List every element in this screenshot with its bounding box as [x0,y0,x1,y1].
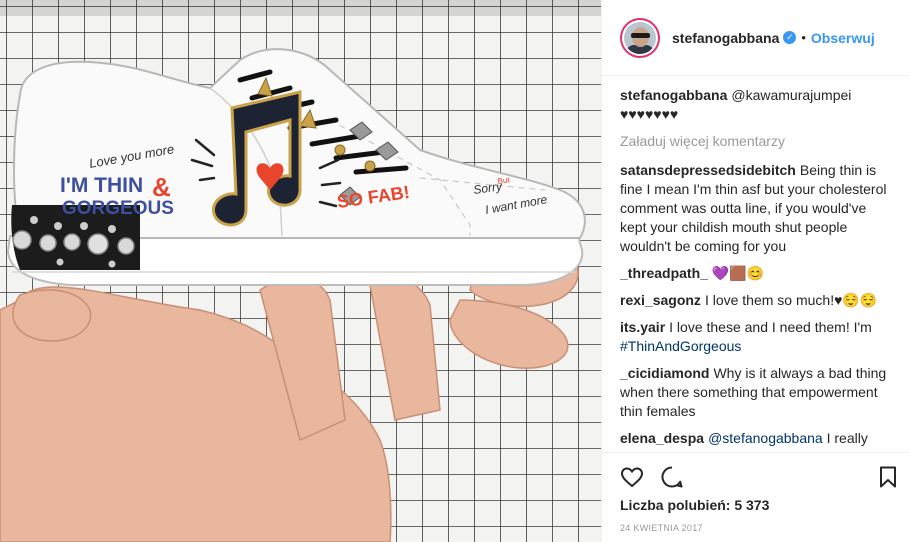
comment-item: its.yair I love these and I need them! I'… [620,318,894,356]
hashtag-link[interactable]: #ThinAndGorgeous [620,338,741,354]
load-more-comments-button[interactable]: Załaduj więcej komentarzy [620,132,894,151]
comment-text: I love these and I need them! I'm [669,319,872,335]
comment-username[interactable]: rexi_sagonz [620,292,701,308]
avatar-image [624,21,656,54]
comment-item: _cicidiamond Why is it always a bad thing… [620,364,894,421]
verified-badge-icon: ✓ [783,31,797,44]
post-actions: Liczba polubień: 5 373 24 KWIETNIA 2017 [602,452,909,542]
shoe-text-but: But [497,175,511,186]
bookmark-icon[interactable] [876,465,900,489]
comment-item: _threadpath_ 💜🟫😊 [620,264,894,283]
shoe-text-thin1: I'M THIN [60,174,143,197]
comment-username[interactable]: _threadpath_ [620,265,708,281]
comment-text: I love them so much!♥😌😌 [704,292,878,308]
comment-username[interactable]: elena_despa [620,430,704,446]
comment-item: satansdepressedsidebitch Being thin is fi… [620,161,894,256]
post-header: stefanogabbana ✓ • Obserwuj [602,0,909,76]
sneaker-illustration: Love you more I'M THIN & GORGEOUS SO FAB… [0,0,601,542]
comment-icon[interactable] [660,465,684,489]
comment-item: rexi_sagonz I love them so much!♥😌😌 [620,291,894,310]
comments-list[interactable]: stefanogabbana @kawamurajumpei ♥♥♥♥♥♥♥ Za… [620,86,894,452]
mention-link[interactable]: @stefanogabbana [708,430,823,446]
avatar[interactable] [620,17,660,58]
grid-top-shadow [0,0,601,16]
comment-text: 💜🟫😊 [711,265,765,281]
likes-count[interactable]: Liczba polubień: 5 373 [620,497,769,513]
caption-username[interactable]: stefanogabbana [620,87,727,103]
comment-username[interactable]: _cicidiamond [620,365,709,381]
instagram-post-view: Love you more I'M THIN & GORGEOUS SO FAB… [0,0,909,542]
shoe-text-thin2: GORGEOUS [62,198,174,219]
header-username[interactable]: stefanogabbana [672,30,779,46]
comment-item: elena_despa@stefanogabbana I really hope… [620,429,894,452]
post-side-panel: stefanogabbana ✓ • Obserwuj stefanogabba… [602,0,909,542]
follow-button[interactable]: Obserwuj [811,30,875,46]
post-photo[interactable]: Love you more I'M THIN & GORGEOUS SO FAB… [0,0,602,542]
comment-username[interactable]: satansdepressedsidebitch [620,162,796,178]
heart-icon[interactable] [620,465,644,489]
comment-username[interactable]: its.yair [620,319,665,335]
header-separator: • [801,30,806,45]
post-date: 24 KWIETNIA 2017 [620,523,703,533]
caption: stefanogabbana @kawamurajumpei ♥♥♥♥♥♥♥ [620,86,894,124]
